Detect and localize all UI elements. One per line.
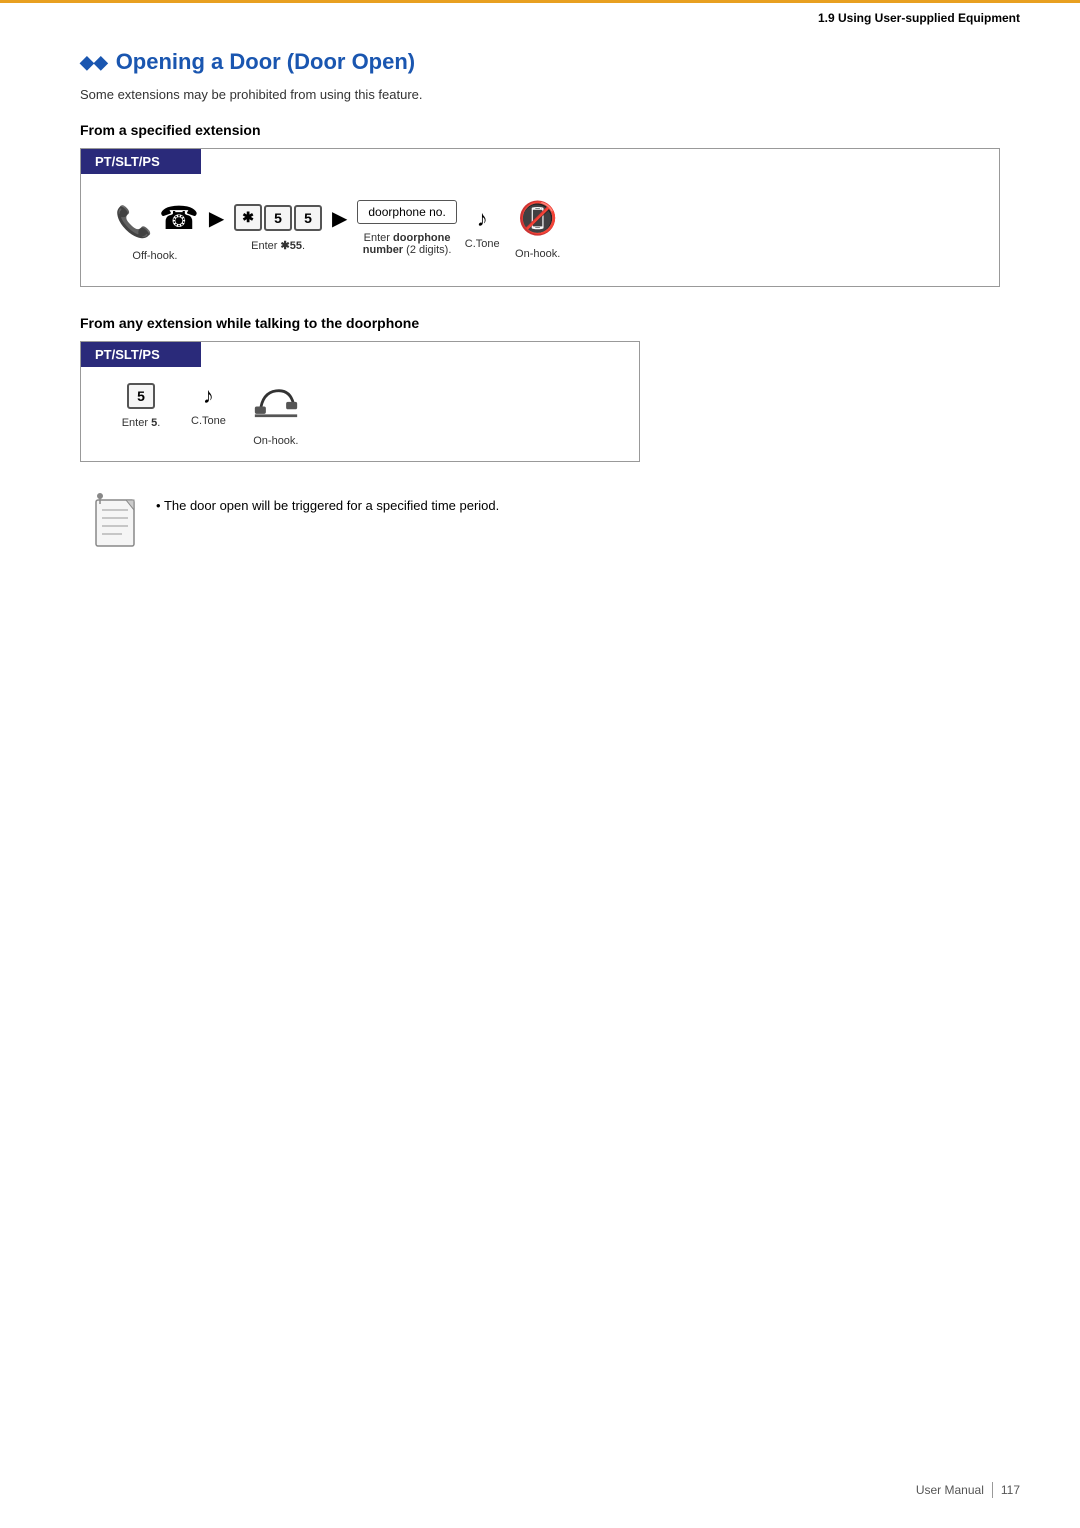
- diamond-icons: ◆◆: [80, 52, 108, 73]
- step-doorphone: doorphone no. Enter doorphonenumber (2 d…: [357, 200, 456, 256]
- ctone-group-1: ♪ C.Tone: [465, 206, 500, 250]
- diagram2-body: 5 Enter 5. ♪ C.Tone: [81, 367, 639, 461]
- section-title: 1.9 Using User-supplied Equipment: [818, 11, 1020, 25]
- diagram1-header: PT/SLT/PS: [81, 149, 201, 174]
- key-5a: 5: [264, 205, 292, 231]
- diagram2-header: PT/SLT/PS: [81, 342, 201, 367]
- enter-5-label: Enter 5.: [122, 417, 161, 429]
- arrow2: ▶: [332, 206, 347, 251]
- diagram-box-1: PT/SLT/PS 📞 ☎ Off-hook. ▶: [80, 148, 1000, 287]
- diagram1-body: 📞 ☎ Off-hook. ▶ ✱ 5 5 Enter ✱55.: [81, 174, 999, 286]
- doorphone-box: doorphone no.: [357, 200, 456, 224]
- ctone-icon-2: ♪: [203, 383, 214, 409]
- page-title-text: Opening a Door (Door Open): [116, 49, 415, 75]
- diagram-box-2: PT/SLT/PS 5 Enter 5. ♪ C.Tone: [80, 341, 640, 462]
- note-text: • The door open will be triggered for a …: [156, 490, 499, 516]
- doorphone-label: Enter doorphonenumber (2 digits).: [363, 232, 452, 256]
- onhook-label-2: On-hook.: [253, 435, 298, 447]
- enter-star55-label: Enter ✱55.: [251, 239, 305, 252]
- step-onhook-1: 📵 ☎ On-hook.: [508, 196, 568, 260]
- key-star: ✱: [234, 204, 262, 231]
- step-enter-5: 5 Enter 5.: [111, 383, 171, 429]
- note-section: • The door open will be triggered for a …: [80, 490, 1000, 555]
- ctone-label-1: C.Tone: [465, 238, 500, 250]
- page-title: ◆◆ Opening a Door (Door Open): [80, 49, 1000, 75]
- offhook-icon: 📞 ☎: [111, 194, 199, 242]
- footer-label: User Manual: [916, 1483, 984, 1497]
- note-icon: [90, 492, 142, 555]
- section2-heading: From any extension while talking to the …: [80, 315, 1000, 331]
- footer: User Manual 117: [916, 1482, 1020, 1498]
- step-onhook-2: On-hook.: [246, 383, 306, 447]
- step-enter-star55: ✱ 5 5 Enter ✱55.: [234, 204, 322, 252]
- footer-page: 117: [1001, 1483, 1020, 1497]
- onhook-label-1: On-hook.: [515, 248, 560, 260]
- arrow1: ▶: [209, 206, 224, 251]
- ctone-icon-1: ♪: [477, 206, 488, 232]
- footer-divider: [992, 1482, 993, 1498]
- offhook-label: Off-hook.: [132, 250, 177, 262]
- key-box-5: 5: [127, 383, 155, 409]
- key-5-single: 5: [127, 383, 155, 409]
- key-5b: 5: [294, 205, 322, 231]
- section-header: 1.9 Using User-supplied Equipment: [0, 0, 1080, 29]
- step-offhook: 📞 ☎ Off-hook.: [111, 194, 199, 262]
- onhook-icon-2: [253, 383, 299, 427]
- subtitle: Some extensions may be prohibited from u…: [80, 87, 1000, 102]
- ctone-group-2: ♪ C.Tone: [191, 383, 226, 427]
- section1-heading: From a specified extension: [80, 122, 1000, 138]
- onhook-icon-1: 📵 ☎: [518, 196, 558, 240]
- key-box-star55: ✱ 5 5: [234, 204, 322, 231]
- svg-text:📞: 📞: [115, 202, 153, 239]
- ctone-label-2: C.Tone: [191, 415, 226, 427]
